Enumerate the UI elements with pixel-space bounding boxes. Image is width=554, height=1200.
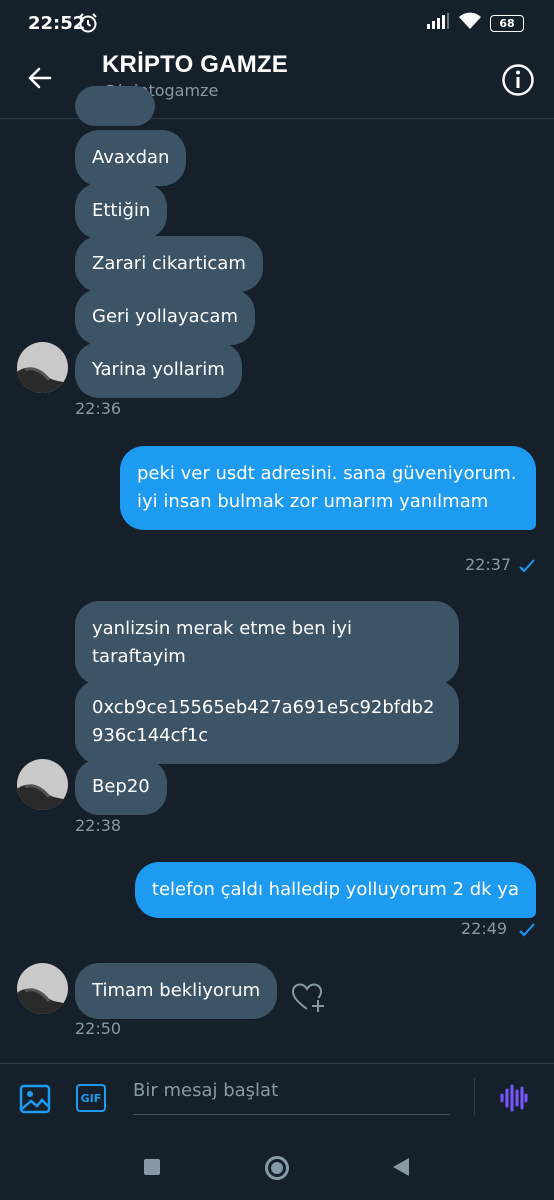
check-icon	[518, 922, 536, 942]
image-icon[interactable]	[19, 1083, 51, 1119]
battery-indicator: 68	[490, 14, 524, 32]
wifi-icon	[458, 12, 482, 34]
heart-plus-icon[interactable]	[291, 983, 326, 1017]
conversation-title[interactable]: KRİPTO GAMZE	[102, 51, 288, 79]
status-bar: 22:52 68	[0, 0, 554, 50]
message-timestamp: 22:36	[75, 399, 122, 418]
info-icon[interactable]	[500, 62, 536, 102]
composer-divider	[474, 1078, 475, 1116]
alarm-icon	[78, 12, 98, 38]
message-incoming[interactable]: 0xcb9ce15565eb427a691e5c92bfdb2936c144cf…	[75, 680, 459, 764]
avatar[interactable]	[17, 963, 68, 1014]
message-incoming[interactable]: yanlizsin merak etme ben iyi taraftayim	[75, 601, 459, 685]
message-incoming[interactable]: Bep20	[75, 759, 167, 815]
message-outgoing[interactable]: telefon çaldı halledip yolluyorum 2 dk y…	[134, 862, 536, 918]
system-nav-bar	[0, 1132, 554, 1200]
voice-wave-icon[interactable]	[500, 1084, 528, 1116]
signal-icon	[426, 12, 450, 34]
message-timestamp: 22:37	[465, 555, 512, 574]
avatar[interactable]	[17, 342, 68, 393]
message-incoming[interactable]: Avaxdan	[75, 130, 187, 186]
home-icon[interactable]	[265, 1156, 289, 1180]
gif-icon[interactable]: GIF	[76, 1084, 106, 1112]
message-incoming[interactable]: Yarina yollarim	[75, 342, 242, 398]
recents-icon[interactable]	[144, 1159, 160, 1175]
status-time: 22:52	[28, 13, 86, 34]
avatar[interactable]	[17, 759, 68, 810]
message-bubble-partial	[75, 86, 155, 126]
message-timestamp: 22:38	[75, 816, 122, 835]
message-incoming[interactable]: Zarari cikarticam	[75, 236, 263, 292]
nav-back-icon[interactable]	[392, 1157, 410, 1181]
check-icon	[518, 558, 536, 578]
message-incoming[interactable]: Geri yollayacam	[75, 289, 255, 345]
message-outgoing[interactable]: peki ver usdt adresini. sana güveniyorum…	[120, 446, 536, 530]
message-timestamp: 22:50	[75, 1019, 122, 1038]
arrow-left-icon[interactable]	[26, 64, 54, 96]
message-incoming[interactable]: Ettiğin	[75, 183, 168, 239]
message-composer: GIF Bir mesaj başlat	[0, 1063, 554, 1132]
message-incoming[interactable]: Timam bekliyorum	[75, 963, 278, 1019]
message-input[interactable]: Bir mesaj başlat	[133, 1080, 450, 1115]
message-timestamp: 22:49	[461, 919, 508, 938]
